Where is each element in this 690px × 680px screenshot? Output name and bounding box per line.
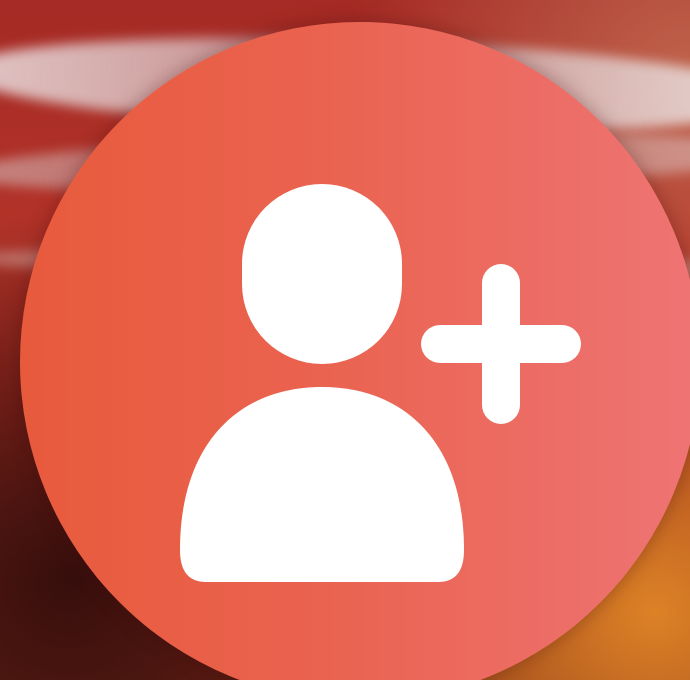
screen	[0, 0, 690, 680]
person-add-icon	[180, 184, 581, 582]
add-contact-button[interactable]	[20, 22, 690, 680]
